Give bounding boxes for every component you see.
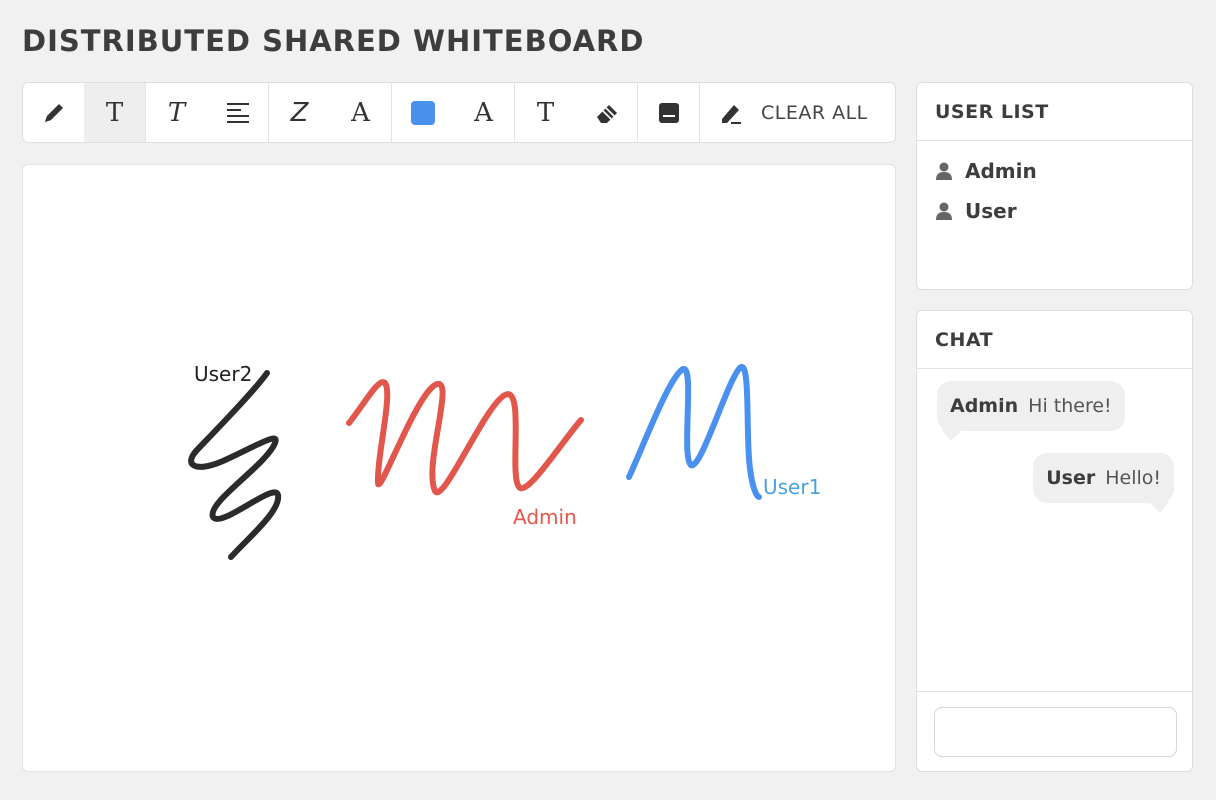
eraser-tool-button[interactable] xyxy=(576,83,637,142)
strokes-layer xyxy=(188,363,762,560)
color-picker-button[interactable] xyxy=(392,83,453,142)
user-name: User xyxy=(965,199,1017,223)
font-icon: A xyxy=(351,97,370,128)
font-serif-tool-button[interactable]: A xyxy=(453,83,514,142)
text-tool-button[interactable]: T xyxy=(84,83,145,142)
canvas-label-user2: User2 xyxy=(194,362,253,386)
pencil-icon xyxy=(44,103,63,122)
user-list-panel: USER LIST Admin User xyxy=(916,82,1193,290)
chat-panel: CHAT Admin Hi there! User Hello! xyxy=(916,310,1193,772)
chat-message-sender: Admin xyxy=(950,395,1019,417)
chat-title: CHAT xyxy=(917,311,1192,369)
tool-group-note xyxy=(638,83,700,142)
clear-all-button[interactable]: CLEAR ALL xyxy=(761,83,868,142)
note-icon xyxy=(658,102,679,123)
user-list-title: USER LIST xyxy=(917,83,1192,141)
italic-text-icon: T xyxy=(167,97,186,128)
tool-group-draw: T xyxy=(23,83,146,142)
chat-message-sender: User xyxy=(1046,467,1096,489)
tool-group-font: Z A xyxy=(269,83,392,142)
canvas-label-admin: Admin xyxy=(513,505,577,529)
marker-icon xyxy=(721,104,741,124)
font-serif-icon: A xyxy=(474,97,493,128)
chat-message-text: Hello! xyxy=(1105,467,1161,489)
app-title: DISTRIBUTED SHARED WHITEBOARD xyxy=(22,24,645,58)
zigzag-text-icon: Z xyxy=(290,97,309,128)
align-tool-button[interactable] xyxy=(207,83,268,142)
eraser-icon xyxy=(596,104,617,123)
color-swatch-icon xyxy=(410,100,435,125)
whiteboard-canvas[interactable]: User2 Admin User1 xyxy=(22,164,896,772)
marker-tool-button[interactable] xyxy=(700,83,761,142)
zigzag-text-tool-button[interactable]: Z xyxy=(269,83,330,142)
user-icon xyxy=(936,162,952,180)
chat-input[interactable] xyxy=(934,707,1177,757)
user-list-item[interactable]: User xyxy=(917,191,1192,231)
chat-message: Admin Hi there! xyxy=(937,381,1125,441)
stroke-user2 xyxy=(188,370,282,560)
user-icon xyxy=(936,202,952,220)
canvas-label-user1: User1 xyxy=(763,475,822,499)
stroke-user1 xyxy=(626,363,762,500)
chat-message: User Hello! xyxy=(1033,453,1174,513)
tool-group-format: T xyxy=(146,83,269,142)
user-list: Admin User xyxy=(917,141,1192,231)
tool-group-edit: T xyxy=(515,83,638,142)
user-name: Admin xyxy=(965,159,1037,183)
font-tool-button[interactable]: A xyxy=(330,83,391,142)
text-icon: T xyxy=(105,97,124,128)
italic-text-tool-button[interactable]: T xyxy=(146,83,207,142)
user-list-item[interactable]: Admin xyxy=(917,151,1192,191)
text-serif-icon: T xyxy=(536,97,555,128)
toolbar: T T Z A A T CLEAR ALL xyxy=(22,82,896,143)
tool-group-marker: CLEAR ALL xyxy=(700,83,868,142)
align-icon xyxy=(226,102,249,123)
text-serif-tool-button[interactable]: T xyxy=(515,83,576,142)
chat-footer xyxy=(917,691,1192,771)
chat-message-text: Hi there! xyxy=(1028,395,1112,417)
stroke-admin xyxy=(346,379,584,496)
note-tool-button[interactable] xyxy=(638,83,699,142)
pencil-tool-button[interactable] xyxy=(23,83,84,142)
tool-group-color: A xyxy=(392,83,515,142)
